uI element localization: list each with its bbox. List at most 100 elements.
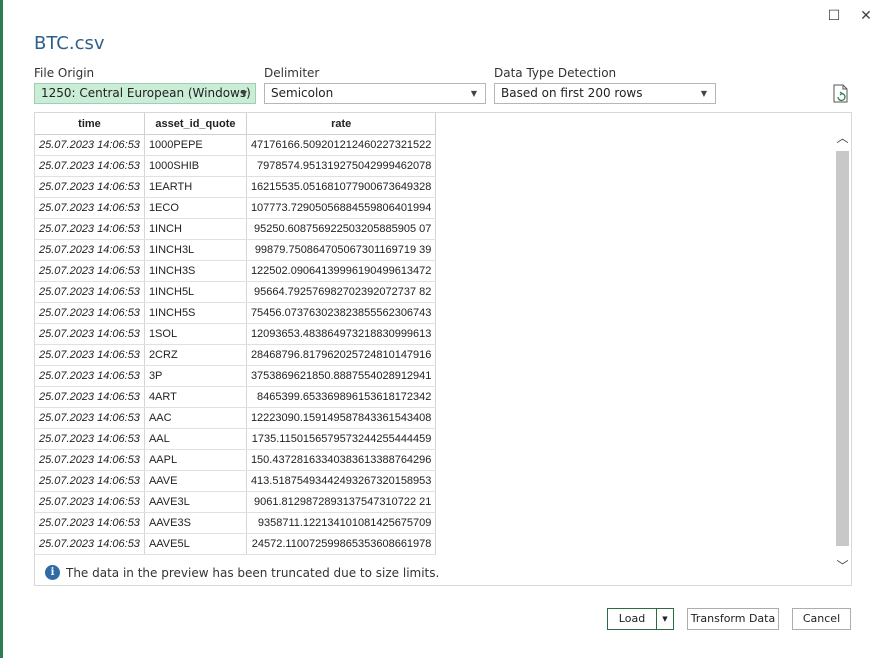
cell-asset-id-quote: AAL [144,428,247,450]
cell-time: 25.07.2023 14:06:53 [35,470,145,492]
delimiter-dropdown[interactable]: Semicolon ▼ [264,83,486,104]
delimiter-value: Semicolon [271,86,334,100]
cell-time: 25.07.2023 14:06:53 [35,407,145,429]
cell-time: 25.07.2023 14:06:53 [35,512,145,534]
delimiter-label: Delimiter [264,66,320,80]
preview-table: time asset_id_quote rate 25.07.2023 14:0… [35,113,437,555]
table-row: 25.07.2023 14:06:53 1000PEPE 47176166.5092… [35,134,437,156]
cell-rate: 8465399.653369896153618172342 [246,386,437,408]
cell-asset-id-quote: 1SOL [144,323,247,345]
file-origin-dropdown[interactable]: 1250: Central European (Windows) ▼ [34,83,256,104]
cell-asset-id-quote: 1INCH5S [144,302,247,324]
chevron-down-icon: ▼ [240,89,247,98]
table-row: 25.07.2023 14:06:53 1INCH5S 75456.07376302… [35,302,437,324]
cell-time: 25.07.2023 14:06:53 [35,428,145,450]
cell-asset-id-quote: 3P [144,365,247,387]
cell-rate: 122502.09064139996190499613472 [246,260,437,282]
cell-rate: 28468796.817962025724810147916 [246,344,437,366]
cell-rate: 9358711.122134101081425675709 [246,512,437,534]
data-preview-pane: time asset_id_quote rate 25.07.2023 14:0… [34,112,852,586]
cell-asset-id-quote: 4ART [144,386,247,408]
table-row: 25.07.2023 14:06:53 1000SHIB 7978574.95131… [35,155,437,177]
cell-asset-id-quote: 1ECO [144,197,247,219]
cell-rate: 413.51875493442493267320158953 [246,470,437,492]
cell-asset-id-quote: AAVE5L [144,533,247,555]
table-row: 25.07.2023 14:06:53 AAVE3L 9061.8129872893… [35,491,437,513]
table-header-row: time asset_id_quote rate [35,113,437,135]
cell-time: 25.07.2023 14:06:53 [35,386,145,408]
truncation-notice: i The data in the preview has been trunc… [45,565,439,580]
scroll-up-icon[interactable]: ︿ [834,129,851,147]
scrollbar-thumb[interactable] [836,151,849,546]
table-row: 25.07.2023 14:06:53 1INCH5L 95664.79257698… [35,281,437,303]
vertical-scrollbar[interactable]: ︿ ﹀ [834,121,851,581]
cell-time: 25.07.2023 14:06:53 [35,197,145,219]
cell-time: 25.07.2023 14:06:53 [35,533,145,555]
cell-rate: 99879.750864705067301169719 39 [246,239,437,261]
cell-asset-id-quote: AAVE [144,470,247,492]
cell-rate: 47176166.509201212460227321522 [246,134,437,156]
cell-time: 25.07.2023 14:06:53 [35,239,145,261]
cell-rate: 107773.72905056884559806401994 [246,197,437,219]
cell-rate: 95250.608756922503205885905 07 [246,218,437,240]
file-origin-label: File Origin [34,66,95,80]
chevron-down-icon: ▼ [470,89,477,98]
table-row: 25.07.2023 14:06:53 AAC 12223090.159149587… [35,407,437,429]
table-row: 25.07.2023 14:06:53 AAVE3S 9358711.1221341… [35,512,437,534]
column-header-asset-id-quote[interactable]: asset_id_quote [144,113,247,135]
table-row: 25.07.2023 14:06:53 3P 3753869621850.88875… [35,365,437,387]
table-row: 25.07.2023 14:06:53 AAVE 413.5187549344249… [35,470,437,492]
data-type-detection-label: Data Type Detection [494,66,617,80]
cell-asset-id-quote: AAVE3S [144,512,247,534]
data-type-detection-dropdown[interactable]: Based on first 200 rows ▼ [494,83,716,104]
table-row: 25.07.2023 14:06:53 AAVE5L 24572.110072599… [35,533,437,555]
cell-asset-id-quote: 1INCH5L [144,281,247,303]
cell-asset-id-quote: 1EARTH [144,176,247,198]
column-header-rate[interactable]: rate [246,113,437,135]
cell-rate: 16215535.051681077900673649328 [246,176,437,198]
refresh-preview-icon[interactable] [832,84,850,104]
cell-time: 25.07.2023 14:06:53 [35,491,145,513]
cell-asset-id-quote: AAPL [144,449,247,471]
table-row: 25.07.2023 14:06:53 1INCH3S 122502.0906413… [35,260,437,282]
column-header-time[interactable]: time [35,113,145,135]
cell-rate: 95664.792576982702392072737 82 [246,281,437,303]
cell-time: 25.07.2023 14:06:53 [35,449,145,471]
background-window-edge [0,0,3,658]
load-options-chevron-down-icon[interactable]: ▼ [657,609,673,629]
cell-time: 25.07.2023 14:06:53 [35,281,145,303]
info-icon: i [45,565,60,580]
cell-asset-id-quote: 1000PEPE [144,134,247,156]
cell-asset-id-quote: 1INCH3S [144,260,247,282]
cell-rate: 75456.073763023823855562306743 [246,302,437,324]
maximize-button[interactable]: ☐ [824,6,844,26]
cell-time: 25.07.2023 14:06:53 [35,176,145,198]
load-split-button[interactable]: Load ▼ [607,608,674,630]
table-body: 25.07.2023 14:06:53 1000PEPE 47176166.5092… [35,134,437,555]
cell-asset-id-quote: 1000SHIB [144,155,247,177]
cell-rate: 9061.8129872893137547310722 21 [246,491,437,513]
close-button[interactable]: ✕ [856,6,876,26]
table-row: 25.07.2023 14:06:53 1SOL 12093653.48386497… [35,323,437,345]
cell-rate: 3753869621850.8887554028912941 [246,365,437,387]
cancel-button[interactable]: Cancel [792,608,851,630]
table-row: 25.07.2023 14:06:53 2CRZ 28468796.81796202… [35,344,437,366]
load-button[interactable]: Load [608,609,656,629]
scroll-down-icon[interactable]: ﹀ [834,557,851,575]
table-row: 25.07.2023 14:06:53 4ART 8465399.653369896… [35,386,437,408]
cell-rate: 7978574.951319275042999462078 [246,155,437,177]
cell-time: 25.07.2023 14:06:53 [35,260,145,282]
table-row: 25.07.2023 14:06:53 1INCH3L 99879.75086470… [35,239,437,261]
cell-asset-id-quote: 1INCH3L [144,239,247,261]
cell-time: 25.07.2023 14:06:53 [35,302,145,324]
cell-asset-id-quote: 2CRZ [144,344,247,366]
cell-time: 25.07.2023 14:06:53 [35,218,145,240]
cell-rate: 24572.110072599865353608661978 [246,533,437,555]
table-row: 25.07.2023 14:06:53 1INCH 95250.6087569225… [35,218,437,240]
cell-rate: 150.43728163340383613388764296 [246,449,437,471]
table-row: 25.07.2023 14:06:53 1ECO 107773.7290505688… [35,197,437,219]
cell-time: 25.07.2023 14:06:53 [35,134,145,156]
data-type-detection-value: Based on first 200 rows [501,86,643,100]
transform-data-button[interactable]: Transform Data [687,608,779,630]
table-row: 25.07.2023 14:06:53 AAPL 150.4372816334038… [35,449,437,471]
